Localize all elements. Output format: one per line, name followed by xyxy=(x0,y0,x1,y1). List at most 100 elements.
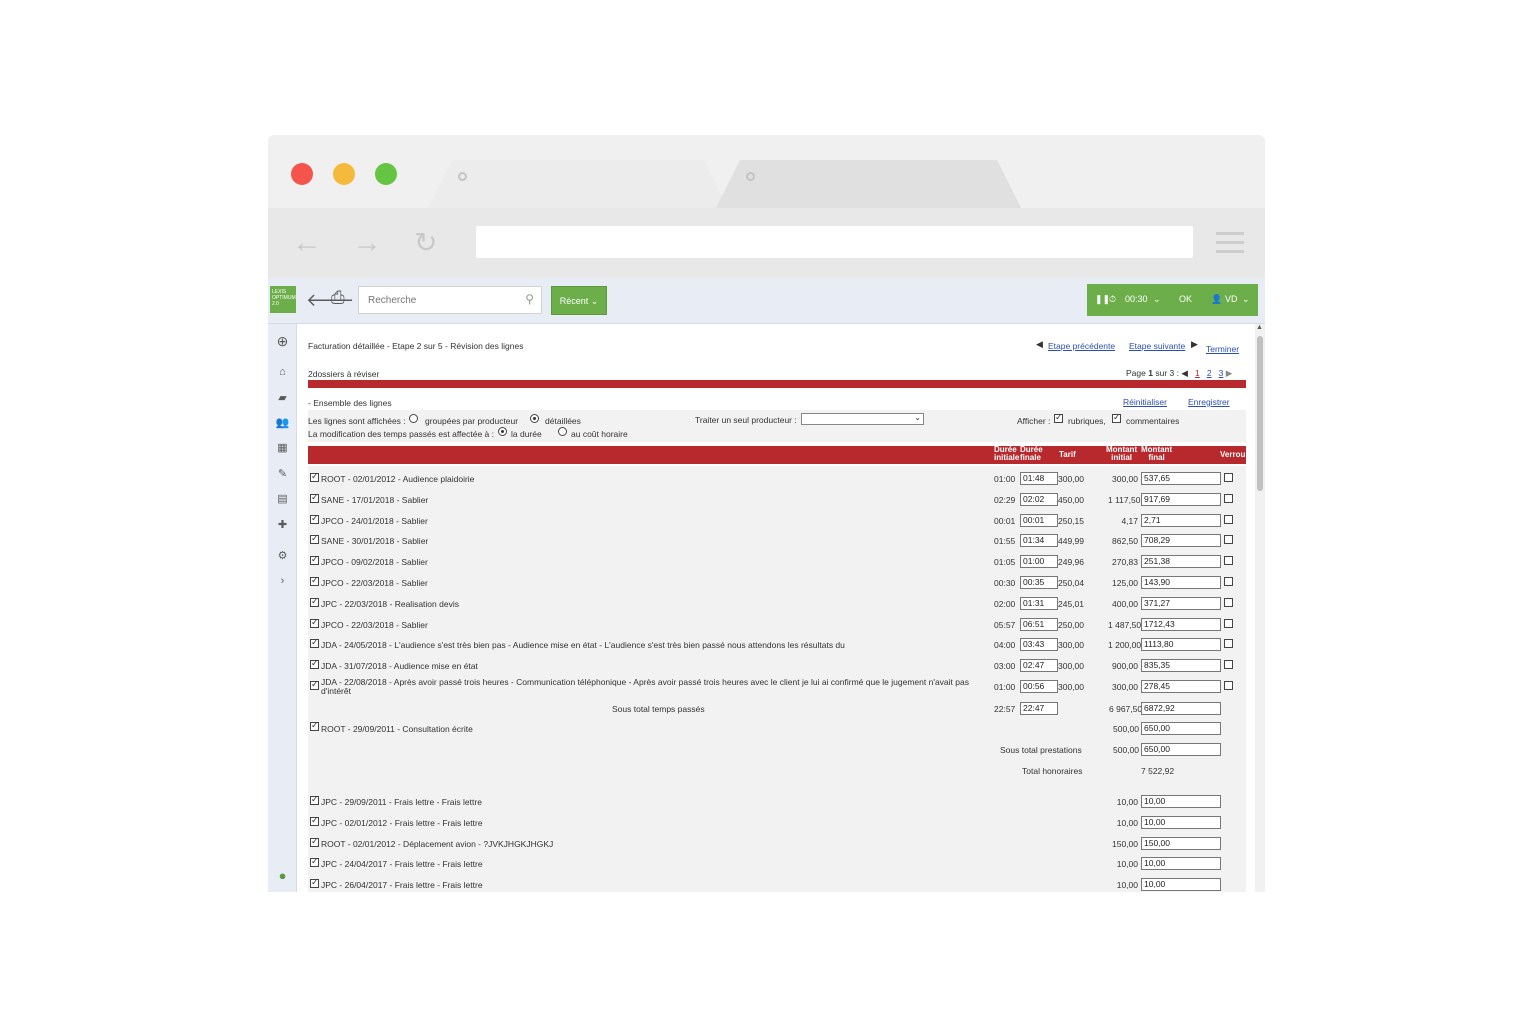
edit-document-icon[interactable]: ✎ xyxy=(275,467,290,480)
tab-close-icon[interactable] xyxy=(458,172,467,181)
row-checkbox[interactable] xyxy=(310,554,319,565)
subtotal-time-montant-final[interactable]: 6872,92 xyxy=(1141,702,1221,715)
row-duree-finale-input[interactable]: 00:35 xyxy=(1020,576,1058,589)
ok-button[interactable]: OK xyxy=(1179,294,1192,304)
scroll-up-icon[interactable]: ▲ xyxy=(1256,324,1263,331)
row-lock-checkbox[interactable] xyxy=(1224,660,1233,669)
expense-checkbox[interactable] xyxy=(310,856,319,867)
page-link-3[interactable]: 3 xyxy=(1219,368,1224,378)
row-checkbox[interactable] xyxy=(310,513,319,524)
browser-menu-icon[interactable] xyxy=(1216,232,1244,259)
timer-value[interactable]: 00:30 xyxy=(1125,294,1148,304)
page-link-2[interactable]: 2 xyxy=(1207,368,1212,378)
row-montant-final-input[interactable]: 371,27 xyxy=(1141,597,1221,610)
row-duree-finale-input[interactable]: 01:31 xyxy=(1020,597,1058,610)
row-lock-checkbox[interactable] xyxy=(1224,598,1233,607)
home-icon[interactable]: ⌂ xyxy=(275,366,290,378)
browser-tab-1[interactable] xyxy=(428,160,728,208)
expense-checkbox[interactable] xyxy=(310,815,319,826)
chevron-right-icon[interactable]: › xyxy=(275,575,290,587)
subtotal-time-duree-finale[interactable]: 22:47 xyxy=(1020,702,1058,715)
maximize-window-button[interactable] xyxy=(375,163,397,185)
puzzle-icon[interactable]: ✚ xyxy=(275,518,290,531)
gear-icon[interactable]: ⚙ xyxy=(275,549,290,562)
row-checkbox[interactable] xyxy=(310,679,319,690)
expense-checkbox[interactable] xyxy=(310,836,319,847)
next-step-link[interactable]: Etape suivante xyxy=(1129,341,1185,351)
expense-montant-final-input[interactable]: 150,00 xyxy=(1141,837,1221,850)
row-checkbox[interactable] xyxy=(310,533,319,544)
row-duree-finale-input[interactable]: 01:48 xyxy=(1020,472,1058,485)
radio-duree[interactable] xyxy=(498,427,507,436)
row-montant-final-input[interactable]: 2,71 xyxy=(1141,514,1221,527)
row-lock-checkbox[interactable] xyxy=(1224,515,1233,524)
radio-cout[interactable] xyxy=(558,427,567,436)
row-montant-final-input[interactable]: 251,38 xyxy=(1141,555,1221,568)
row-montant-final-input[interactable]: 278,45 xyxy=(1141,680,1221,693)
row-checkbox[interactable] xyxy=(310,720,319,731)
close-window-button[interactable] xyxy=(291,163,313,185)
document-icon[interactable]: ▤ xyxy=(275,492,290,505)
search-input[interactable] xyxy=(359,287,509,313)
row-duree-finale-input[interactable]: 01:00 xyxy=(1020,555,1058,568)
row-checkbox[interactable] xyxy=(310,658,319,669)
prev-step-link[interactable]: Etape précédente xyxy=(1048,341,1115,351)
calendar-icon[interactable]: ▦ xyxy=(275,441,290,454)
save-link[interactable]: Enregistrer xyxy=(1188,397,1230,407)
row-duree-finale-input[interactable]: 00:01 xyxy=(1020,514,1058,527)
back-arrow-icon[interactable]: ← xyxy=(292,228,322,258)
users-icon[interactable]: 👥 xyxy=(275,416,290,429)
row-lock-checkbox[interactable] xyxy=(1224,494,1233,503)
print-icon[interactable]: ⎙ xyxy=(331,288,345,308)
row-checkbox[interactable] xyxy=(310,471,319,482)
next-page-icon[interactable]: ▶ xyxy=(1226,368,1233,378)
row-montant-final-input[interactable]: 917,69 xyxy=(1141,493,1221,506)
expense-montant-final-input[interactable]: 10,00 xyxy=(1141,816,1221,829)
expense-montant-final-input[interactable]: 10,00 xyxy=(1141,878,1221,891)
row-montant-final-input[interactable]: 537,65 xyxy=(1141,472,1221,485)
row-checkbox[interactable] xyxy=(310,596,319,607)
row-duree-finale-input[interactable]: 02:02 xyxy=(1020,493,1058,506)
row-montant-final-input[interactable]: 143,90 xyxy=(1141,576,1221,589)
row-lock-checkbox[interactable] xyxy=(1224,473,1233,482)
checkbox-commentaires[interactable] xyxy=(1112,412,1121,423)
row-lock-checkbox[interactable] xyxy=(1224,681,1233,690)
row-checkbox[interactable] xyxy=(310,575,319,586)
app-globe-icon[interactable]: ● xyxy=(275,868,290,883)
row-checkbox[interactable] xyxy=(310,637,319,648)
finish-link[interactable]: Terminer xyxy=(1206,344,1239,354)
prev-page-icon[interactable]: ◀ xyxy=(1181,368,1188,378)
tab-close-icon[interactable] xyxy=(746,172,755,181)
expense-checkbox[interactable] xyxy=(310,877,319,888)
row-montant-final-input[interactable]: 835,35 xyxy=(1141,659,1221,672)
row-lock-checkbox[interactable] xyxy=(1224,639,1233,648)
user-menu[interactable]: VD xyxy=(1225,294,1238,304)
expense-checkbox[interactable] xyxy=(310,794,319,805)
reload-icon[interactable]: ↻ xyxy=(414,228,437,258)
browser-tab-2[interactable] xyxy=(716,160,1021,208)
row-checkbox[interactable] xyxy=(310,617,319,628)
pause-icon[interactable]: ❚❚ xyxy=(1095,294,1110,305)
row-lock-checkbox[interactable] xyxy=(1224,577,1233,586)
folder-icon[interactable]: ▰ xyxy=(275,391,290,404)
expense-montant-final-input[interactable]: 10,00 xyxy=(1141,795,1221,808)
row-duree-finale-input[interactable]: 02:47 xyxy=(1020,659,1058,672)
add-icon[interactable]: ⊕ xyxy=(275,333,290,350)
subtotal-presta-montant-final[interactable]: 650,00 xyxy=(1141,743,1221,756)
vertical-scrollbar[interactable]: ▲ xyxy=(1255,324,1265,892)
search-icon[interactable]: ⚲ xyxy=(525,292,534,306)
row-montant-final-input[interactable]: 1113,80 xyxy=(1141,638,1221,651)
row-duree-finale-input[interactable]: 03:43 xyxy=(1020,638,1058,651)
app-logo[interactable]: LEXIS OPTIMUM 2.0 xyxy=(270,286,296,313)
row-lock-checkbox[interactable] xyxy=(1224,619,1233,628)
row-duree-finale-input[interactable]: 06:51 xyxy=(1020,618,1058,631)
stopwatch-icon[interactable]: ⏱ xyxy=(1109,294,1116,305)
page-link-1[interactable]: 1 xyxy=(1195,368,1200,378)
row-montant-final-input[interactable]: 1712,43 xyxy=(1141,618,1221,631)
row-duree-finale-input[interactable]: 01:34 xyxy=(1020,534,1058,547)
reset-link[interactable]: Réinitialiser xyxy=(1123,397,1167,407)
chevron-down-icon[interactable]: ⌄ xyxy=(1242,294,1250,305)
row-montant-final-input[interactable]: 708,29 xyxy=(1141,534,1221,547)
producer-select[interactable]: ⌄ xyxy=(801,413,924,425)
scrollbar-thumb[interactable] xyxy=(1257,336,1263,491)
